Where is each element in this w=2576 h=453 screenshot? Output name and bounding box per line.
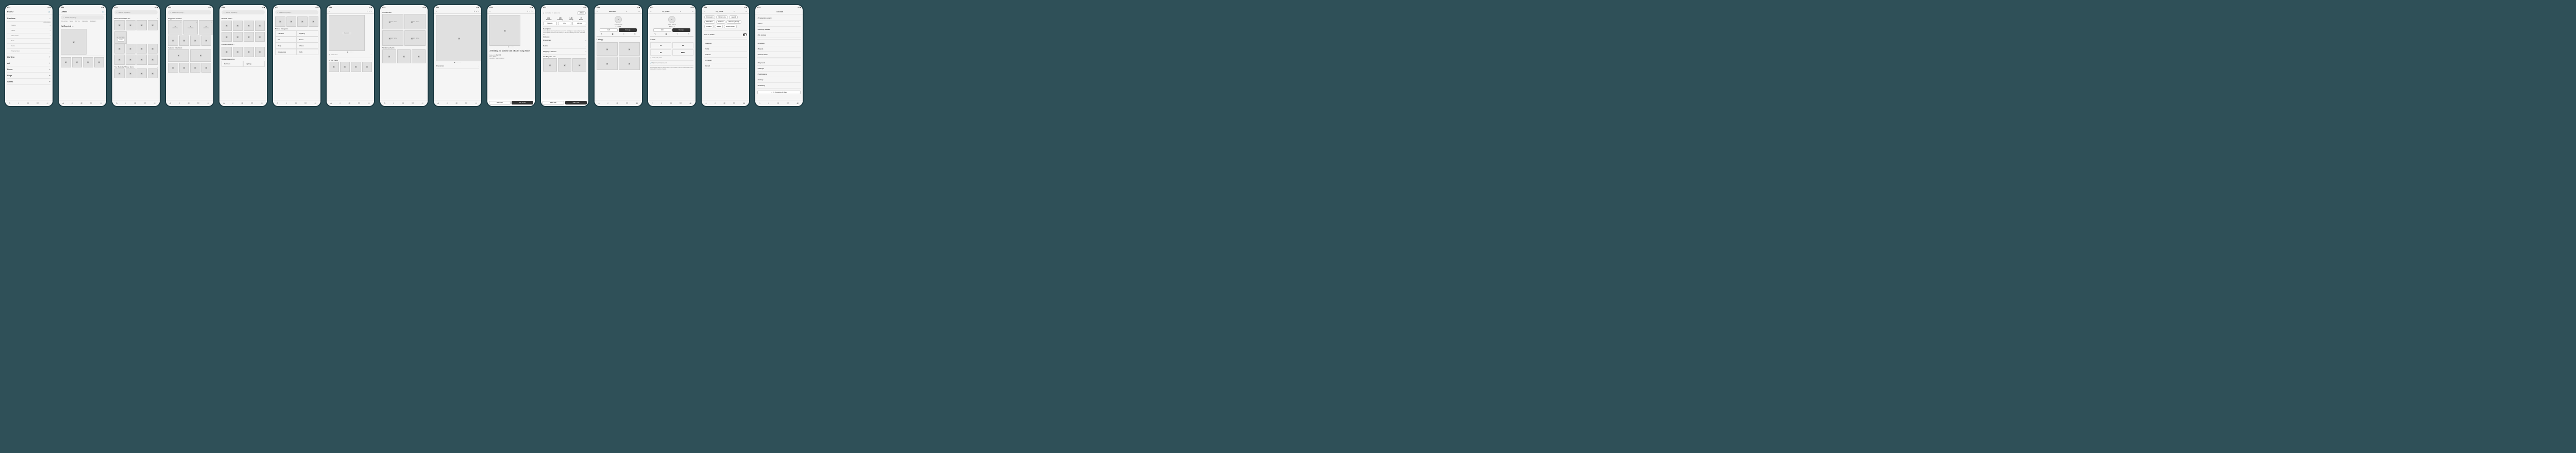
search-icon: ⌕ [63, 16, 64, 19]
make-offer-button[interactable]: Make Offer [489, 101, 511, 104]
tab-add[interactable]: ⊕ [27, 102, 29, 105]
account-boards[interactable]: ◦ Boards [757, 46, 801, 52]
cat-rugs[interactable]: Rugs [275, 43, 297, 49]
account-following[interactable]: ◦ Following [757, 83, 801, 89]
screen-curators: 9:41••• ▮ ⌕Search anything... Suggested … [165, 4, 214, 107]
cat-art[interactable]: Art [275, 37, 297, 43]
screen-browse-categories: 9:41••• ▮ ⌕Search anything... ▣▣▣▣ Brows… [272, 4, 321, 107]
tab-search[interactable]: ⌕ [18, 102, 20, 105]
screen-profile-listings: 9:41••• ▮ ←username ✓⋯ ☺ JOHN SMITH★★★★★… [594, 4, 643, 107]
product-image[interactable]: ▣ [436, 15, 481, 61]
category-rugs[interactable]: Rugs+ [7, 73, 50, 79]
screen-profile-interests: 9:41••• ▮ ←my_profile ✓⋯ PostmodernMemph… [701, 4, 750, 107]
add-to-cart-button[interactable]: Add to Cart [512, 101, 533, 104]
screen-item-detail: 9:41••• ▮ ←⇧ ▿ ♡ ▣ ● ○ ○ ○ ○ A Heading f… [486, 4, 536, 107]
cat-gifts[interactable]: Gifts [297, 49, 318, 55]
tab-pencil[interactable]: ✎ [601, 33, 602, 35]
hero-image[interactable]: ▣ [61, 29, 87, 55]
account-recently-viewed[interactable]: ◦ Recently Viewed [757, 27, 801, 32]
cart-icon[interactable]: 🛒 [48, 11, 50, 13]
category-wares[interactable]: Wares+ [7, 79, 50, 85]
tab-inbox[interactable]: ✉ [37, 102, 39, 105]
get-inspired-link[interactable]: Get Inspired → [61, 25, 104, 27]
brand-heading: Herman Miller [222, 18, 265, 20]
logo: LOGO [7, 10, 13, 13]
trades-toggle[interactable] [743, 33, 747, 36]
screen-in-this-photo: 9:41••• ▮ In This Photo ▣Item Name▣Item … [379, 4, 429, 107]
account-activity[interactable]: ◦ Activity [757, 77, 801, 83]
follow-button[interactable]: + Follow [577, 11, 586, 15]
screen-home-inspired: 9:41••• ▮ LOGO🛒 ⌕Search anything... Hot … [58, 4, 107, 107]
try-premium-button[interactable]: ✦ Try Residence+ for Free [757, 91, 801, 94]
search-input[interactable]: ⌕Search anything... [61, 15, 104, 20]
bookmark-icon[interactable]: ▿ [369, 10, 370, 12]
tab-profile[interactable]: ☺ [46, 102, 49, 105]
tab-home[interactable]: ⌂ [9, 102, 10, 105]
tab-bar: ⌂ ⌕ ⊕ ✉ ☺ [5, 100, 53, 106]
screen-category-expanded: 9:41••• ▮ LOGO🛒 Furniture–All FurnitureS… [4, 4, 54, 107]
screen-item-description: 9:41••• ▮ ◉ username ✓★★★★★+ Follow 24MF… [540, 4, 589, 107]
category-decor[interactable]: Decor+ [7, 66, 50, 73]
account-transaction-history[interactable]: ◦ Transaction History [757, 15, 801, 21]
screen-recommended: 9:41••• ▮ ⌕Search anything... Recommende… [111, 4, 161, 107]
cat-furniture[interactable]: Furniture [275, 30, 297, 37]
screen-photo-detail: 9:41••• ▮ ←⇧ ▿ ♡ ▣ Reviews ● ○ ○ ○ ○ ◉ u… [326, 4, 375, 107]
account-my-listings[interactable]: ◦ My Listings [757, 32, 801, 38]
cat-accessories[interactable]: Accessories [275, 49, 297, 55]
category-furniture[interactable]: Furniture– [7, 15, 50, 22]
category-art[interactable]: Art+ [7, 60, 50, 66]
main-image[interactable]: ▣ Reviews [329, 15, 365, 51]
account-settings[interactable]: ◦ Settings [757, 66, 801, 72]
back-icon[interactable]: ← [329, 10, 330, 12]
follow-button[interactable]: Follow [117, 38, 125, 42]
screen-brand: 9:41••• ▮ ⌕Search anything... Herman Mil… [218, 4, 268, 107]
curator-card[interactable]: ◉username Follow [114, 31, 127, 44]
cat-lighting[interactable]: Lighting [297, 30, 318, 37]
account-notifications[interactable]: ◦ Notifications [757, 72, 801, 77]
share-icon[interactable]: ⇧ [366, 10, 368, 12]
account-payments[interactable]: ◦ Payments [757, 60, 801, 66]
dimensions-row[interactable]: Dimensions› [436, 63, 479, 69]
avatar[interactable]: ☺ [615, 16, 622, 23]
heart-icon[interactable]: ♡ [370, 10, 372, 12]
close-icon[interactable]: × [180, 21, 181, 23]
item-title: A Heading for an Item with a Really Long… [489, 49, 533, 52]
cat-decor[interactable]: Decor [297, 37, 318, 43]
account-wishlists[interactable]: ◦ Wishlists [757, 41, 801, 46]
screen-profile-about: 9:41••• ▮ ←my_profile ✓⋯ ☺ JOHN SMITH★★★… [647, 4, 697, 107]
category-lighting[interactable]: Lighting+ [7, 54, 50, 60]
account-offers[interactable]: ◦ Offers [757, 21, 801, 27]
cat-wares[interactable]: Wares [297, 43, 318, 49]
screen-item-image: 9:41••• ▮ ←⇧ ▿ ♡ ▣ ● ○ ○ ○ ○ Dimensions›… [433, 4, 482, 107]
account-search-alerts[interactable]: ◦ Search Alerts [757, 52, 801, 58]
screen-account: 9:41••• ▮ ←Account ◦ Transaction History… [754, 4, 804, 107]
